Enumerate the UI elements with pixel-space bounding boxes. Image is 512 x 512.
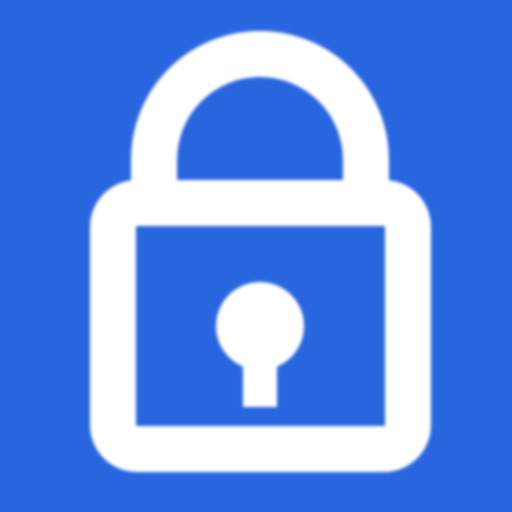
lock-icon: [90, 31, 431, 472]
keyhole-slot: [243, 350, 277, 407]
app-icon-tile: [0, 0, 512, 512]
lock-shackle: [131, 31, 389, 188]
